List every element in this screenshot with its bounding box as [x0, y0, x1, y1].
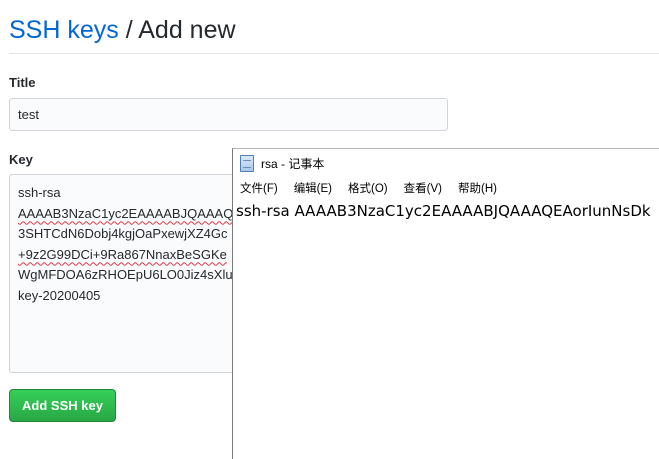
- header-divider: [9, 53, 659, 54]
- menu-help[interactable]: 帮助(H): [458, 180, 497, 196]
- menu-view[interactable]: 查看(V): [404, 180, 442, 196]
- key-label: Key: [9, 152, 33, 167]
- notepad-window[interactable]: rsa - 记事本 文件(F) 编辑(E) 格式(O) 查看(V) 帮助(H) …: [232, 148, 659, 459]
- key-line: key-20200405: [18, 287, 101, 303]
- key-line: +9z2G99DCi+9Ra867NnaxBeSGKe: [18, 246, 227, 262]
- notepad-text-area[interactable]: ssh-rsa AAAAB3NzaC1yc2EAAAABJQAAAQEAorIu…: [233, 199, 659, 221]
- key-line: 3SHTCdN6Dobj4kgjOaPxewjXZ4Gc: [18, 226, 228, 241]
- key-line: WgMFDOA6zRHOEpU6LO0Jiz4sXlu: [18, 267, 233, 282]
- menu-edit[interactable]: 编辑(E): [294, 180, 332, 196]
- add-ssh-key-button[interactable]: Add SSH key: [9, 389, 116, 422]
- title-label: Title: [9, 75, 36, 90]
- ssh-keys-link[interactable]: SSH keys: [9, 16, 119, 44]
- key-textarea[interactable]: ssh-rsa AAAAB3NzaC1yc2EAAAABJQAAAQ 3SHTC…: [9, 174, 269, 373]
- key-line: ssh-rsa: [18, 185, 61, 200]
- notepad-title: rsa - 记事本: [261, 156, 325, 171]
- page-heading: SSH keys / Add new: [9, 14, 236, 46]
- notepad-icon: [240, 154, 254, 172]
- title-input[interactable]: test: [9, 98, 448, 131]
- notepad-titlebar[interactable]: rsa - 记事本: [233, 149, 659, 177]
- menu-format[interactable]: 格式(O): [348, 180, 388, 196]
- key-line: AAAAB3NzaC1yc2EAAAABJQAAAQ: [18, 205, 234, 221]
- page-title: Add new: [138, 16, 236, 44]
- menu-file[interactable]: 文件(F): [240, 180, 278, 196]
- notepad-menubar: 文件(F) 编辑(E) 格式(O) 查看(V) 帮助(H): [233, 177, 659, 199]
- breadcrumb-separator: /: [125, 16, 133, 44]
